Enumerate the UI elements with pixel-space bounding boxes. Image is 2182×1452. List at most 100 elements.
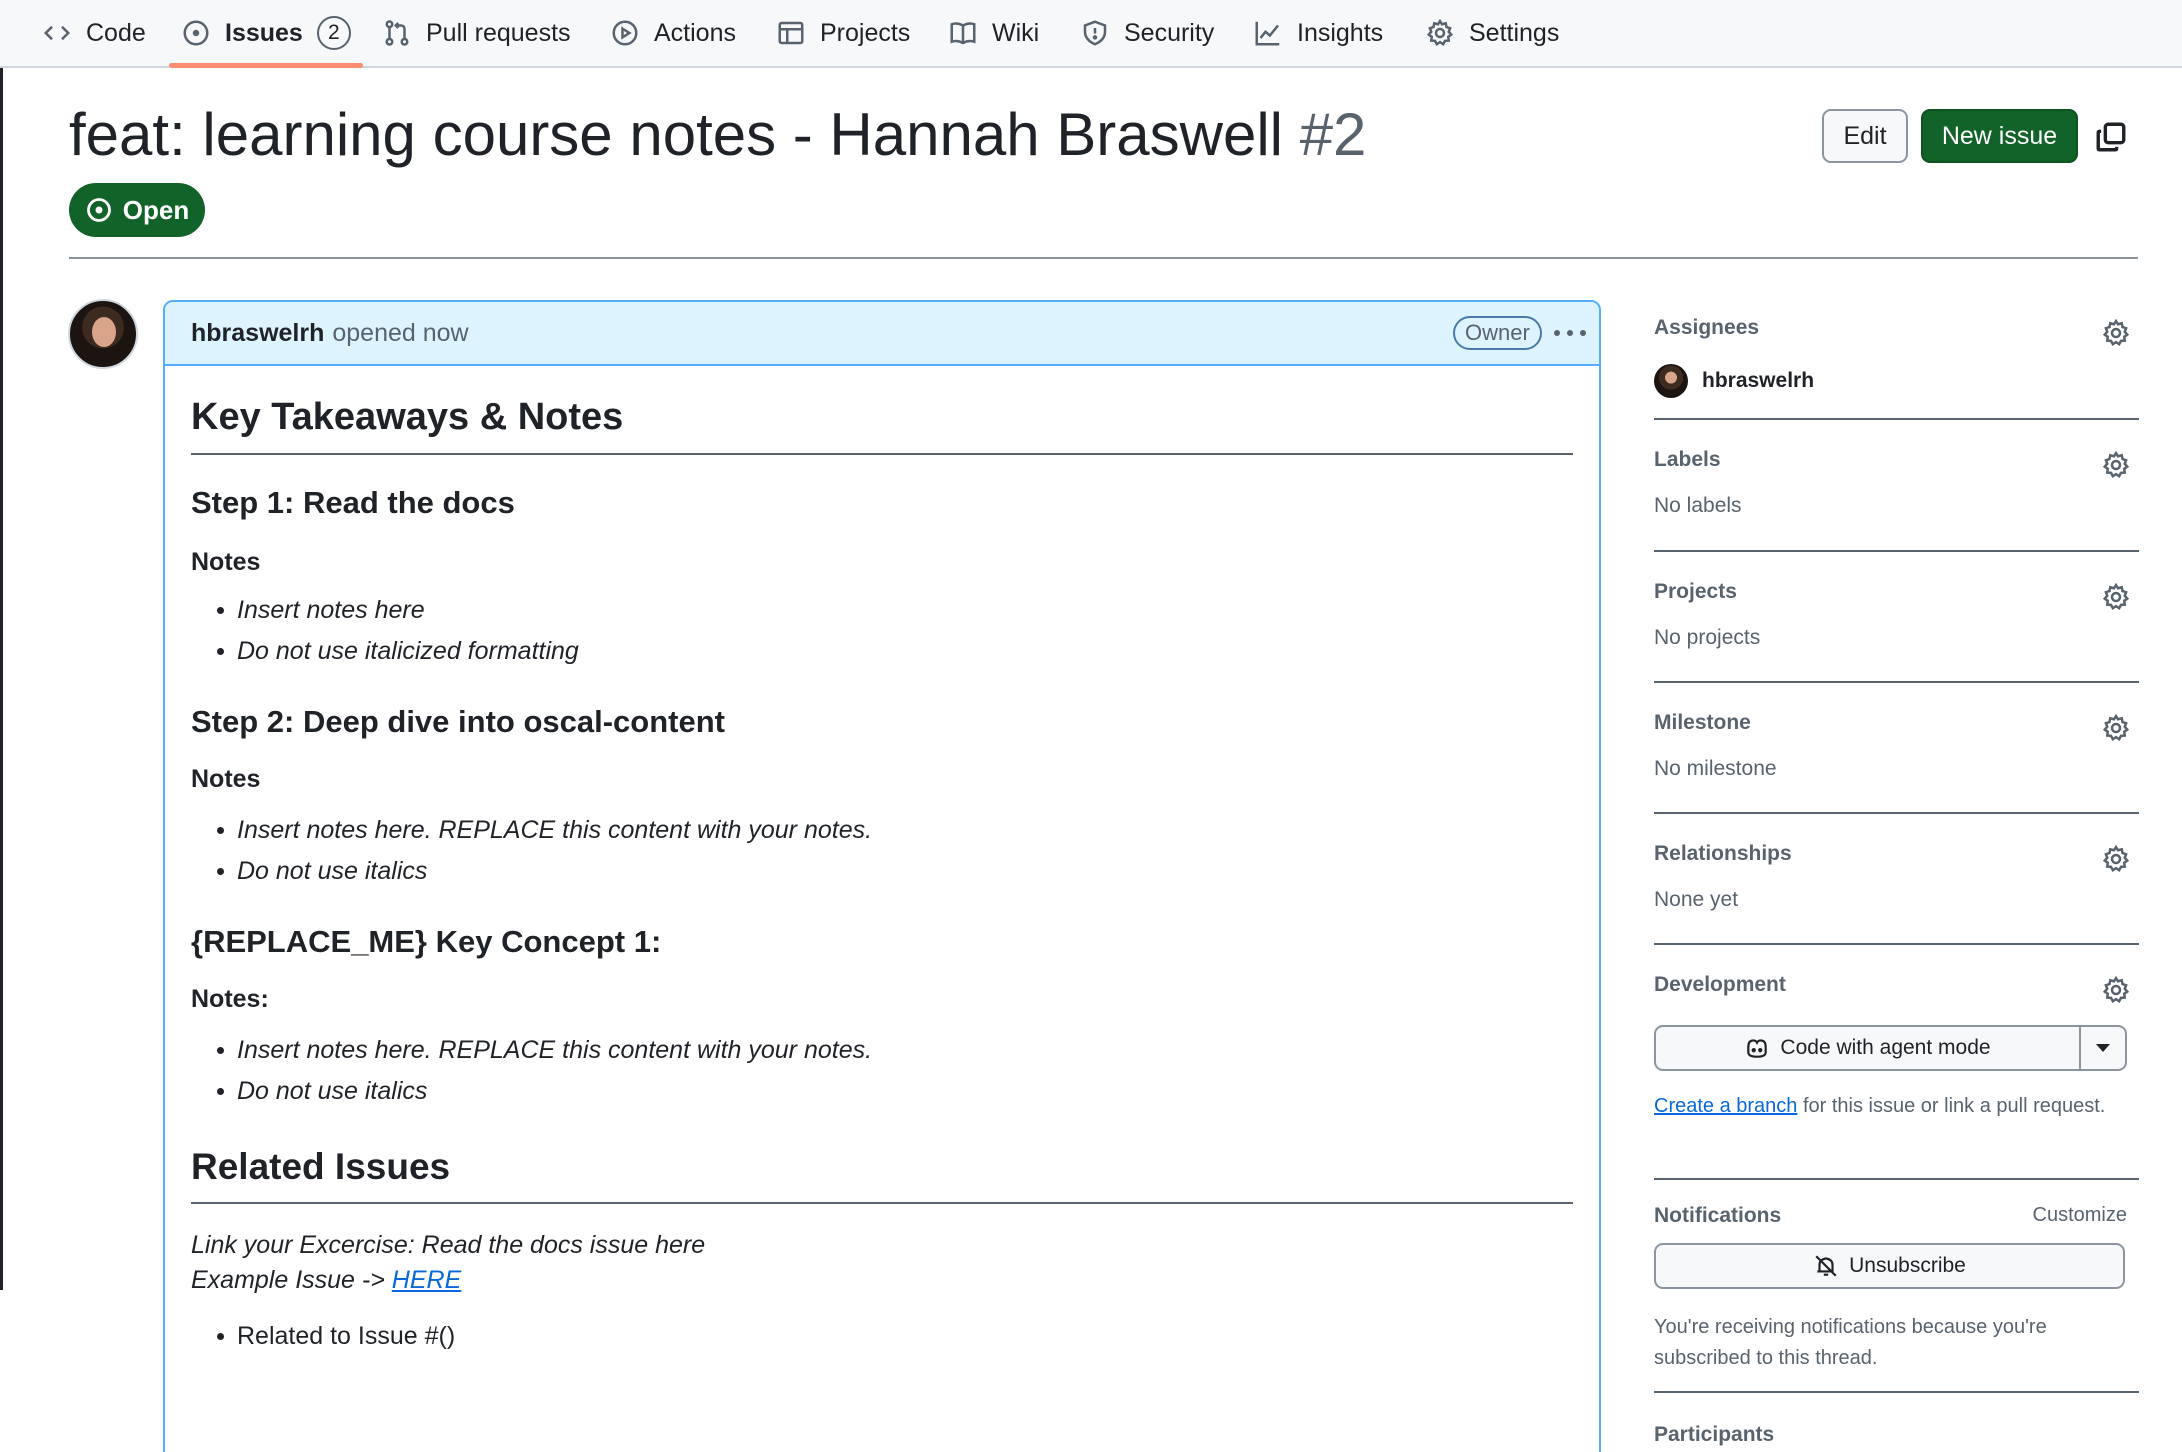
- tab-security[interactable]: Security: [1080, 0, 1214, 66]
- tab-label: Pull requests: [426, 18, 571, 47]
- development-help-suffix: for this issue or link a pull request.: [1797, 1095, 2106, 1117]
- development-section: Development Code with agent mode Create …: [1654, 945, 2139, 1180]
- step1-heading: Step 1: Read the docs: [191, 485, 515, 520]
- labels-settings-button[interactable]: [2101, 450, 2131, 480]
- kebab-dot: [1554, 330, 1560, 336]
- tab-issues[interactable]: Issues 2: [169, 0, 363, 68]
- play-icon: [612, 20, 638, 46]
- projects-section: Projects No projects: [1654, 552, 2139, 683]
- list-item: Insert notes here: [191, 590, 1573, 631]
- list-item: Do not use italics: [191, 851, 1573, 892]
- owner-badge: Owner: [1453, 316, 1542, 350]
- tab-wiki[interactable]: Wiki: [948, 0, 1039, 66]
- related-line-1: Link your Excercise: Read the docs issue…: [191, 1231, 706, 1259]
- assignees-title: Assignees: [1654, 316, 1760, 339]
- tab-actions[interactable]: Actions: [610, 0, 736, 66]
- notifications-section: Notifications Customize Unsubscribe You'…: [1654, 1180, 2139, 1393]
- labels-value: No labels: [1654, 494, 1742, 517]
- new-issue-button[interactable]: New issue: [1921, 109, 2078, 163]
- example-issue-link[interactable]: HERE: [392, 1266, 461, 1294]
- tab-settings[interactable]: Settings: [1425, 0, 1559, 66]
- tab-label: Settings: [1469, 18, 1560, 47]
- kebab-dot: [1580, 330, 1586, 336]
- assignees-section: Assignees hbraswelrh: [1654, 300, 2139, 420]
- list-item: Do not use italicized formatting: [191, 631, 1573, 672]
- list-item: Do not use italics: [191, 1071, 1573, 1112]
- projects-settings-button[interactable]: [2101, 582, 2131, 612]
- code-with-agent-dropdown[interactable]: [2081, 1027, 2125, 1069]
- projects-title: Projects: [1654, 580, 1737, 603]
- labels-section: Labels No labels: [1654, 420, 2139, 552]
- issue-opened-icon: [86, 198, 111, 222]
- unsubscribe-button[interactable]: Unsubscribe: [1654, 1243, 2125, 1289]
- step2-notes-label: Notes: [191, 765, 261, 793]
- comment-body: Key Takeaways & Notes Step 1: Read the d…: [165, 396, 1599, 1357]
- issue-state-badge: Open: [69, 183, 205, 237]
- tab-label: Issues: [225, 18, 303, 47]
- avatar: [1654, 364, 1688, 398]
- relationships-settings-button[interactable]: [2101, 844, 2131, 874]
- issue-number: #2: [1299, 101, 1367, 168]
- step2-heading: Step 2: Deep dive into oscal-content: [191, 704, 725, 739]
- comment-options-button[interactable]: [1554, 318, 1586, 348]
- comment-author[interactable]: hbraswelrh: [191, 319, 324, 348]
- issue-sidebar: Assignees hbraswelrh Labels No labels Pr…: [1654, 300, 2139, 1452]
- body-heading: Key Takeaways & Notes: [191, 396, 1573, 455]
- issue-opened-icon: [183, 20, 209, 46]
- issue-title: feat: learning course notes - Hannah Bra…: [69, 100, 1366, 169]
- notifications-title: Notifications: [1654, 1204, 1782, 1227]
- tab-label: Wiki: [992, 18, 1040, 47]
- gear-icon: [1426, 18, 1454, 47]
- notifications-info: You're receiving notifications because y…: [1654, 1316, 2047, 1369]
- concept1-notes-label: Notes:: [191, 985, 269, 1013]
- code-with-agent-button[interactable]: Code with agent mode: [1656, 1027, 2081, 1069]
- issue-title-text: feat: learning course notes - Hannah Bra…: [69, 101, 1284, 168]
- milestone-section: Milestone No milestone: [1654, 683, 2139, 814]
- gear-icon: [2102, 450, 2130, 479]
- list-item: Insert notes here. REPLACE this content …: [191, 1030, 1573, 1071]
- assignees-settings-button[interactable]: [2101, 318, 2131, 348]
- tab-pull-requests[interactable]: Pull requests: [382, 0, 571, 66]
- milestone-settings-button[interactable]: [2101, 713, 2131, 743]
- assignee-item[interactable]: hbraswelrh: [1654, 364, 1814, 398]
- gear-icon: [2102, 582, 2130, 611]
- state-label: Open: [122, 194, 190, 225]
- header-divider: [69, 257, 2138, 259]
- development-help-text: Create a branch for this issue or link a…: [1654, 1091, 2124, 1122]
- milestone-value: No milestone: [1654, 757, 1777, 780]
- triangle-down-icon: [2096, 1044, 2110, 1052]
- comment-timestamp[interactable]: opened now: [332, 319, 468, 348]
- tab-code[interactable]: Code: [42, 0, 146, 66]
- gear-icon: [2102, 975, 2130, 1004]
- code-with-agent-label: Code with agent mode: [1780, 1036, 1991, 1059]
- issue-body-comment: hbraswelrh opened now Owner Key Takeaway…: [163, 300, 1601, 1452]
- tab-label: Code: [86, 18, 146, 47]
- tab-insights[interactable]: Insights: [1253, 0, 1383, 66]
- copy-link-button[interactable]: [2094, 120, 2128, 154]
- development-settings-button[interactable]: [2101, 975, 2131, 1005]
- edit-button[interactable]: Edit: [1822, 109, 1908, 163]
- list-item: Insert notes here. REPLACE this content …: [191, 810, 1573, 851]
- step1-notes-list: Insert notes here Do not use italicized …: [191, 590, 1573, 672]
- customize-notifications-link[interactable]: Customize: [2033, 1204, 2127, 1227]
- repo-nav: Code Issues 2 Pull requests Actions Proj…: [0, 0, 2182, 68]
- gear-icon: [2102, 713, 2130, 742]
- labels-title: Labels: [1654, 448, 1721, 471]
- book-icon: [950, 22, 976, 45]
- relationships-value: None yet: [1654, 888, 1739, 911]
- related-issues-heading: Related Issues: [191, 1146, 1573, 1204]
- kebab-dot: [1567, 330, 1573, 336]
- related-line-2: Example Issue -> HERE: [191, 1263, 1573, 1298]
- gear-icon: [2102, 318, 2130, 347]
- related-issues-list: Related to Issue #(): [191, 1316, 1573, 1357]
- git-pull-request-icon: [385, 20, 409, 46]
- milestone-title: Milestone: [1654, 711, 1751, 734]
- concept1-notes-list: Insert notes here. REPLACE this content …: [191, 1030, 1573, 1112]
- avatar[interactable]: [68, 299, 138, 369]
- related-line-2-prefix: Example Issue ->: [191, 1266, 392, 1294]
- relationships-section: Relationships None yet: [1654, 814, 2139, 945]
- tab-projects[interactable]: Projects: [776, 0, 910, 66]
- create-branch-link[interactable]: Create a branch: [1654, 1095, 1797, 1117]
- bell-slash-icon: [1815, 1255, 1837, 1277]
- unsubscribe-label: Unsubscribe: [1849, 1254, 1966, 1277]
